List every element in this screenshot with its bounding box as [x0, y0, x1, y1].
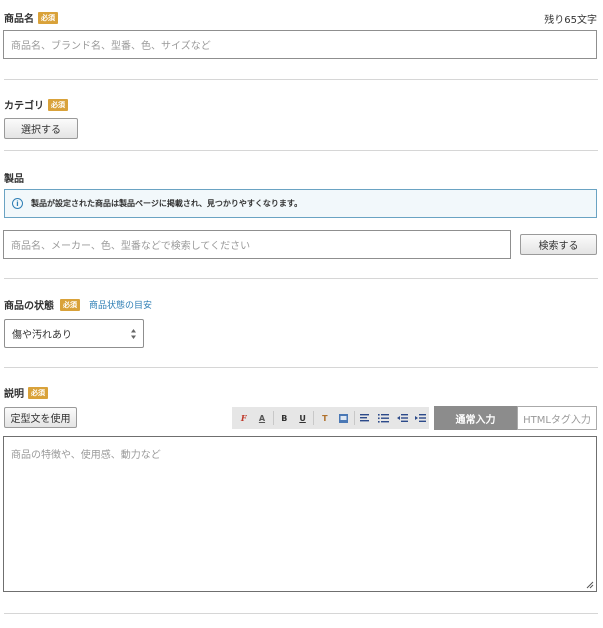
- category-select-button[interactable]: 選択する: [4, 118, 78, 139]
- required-badge: 必須: [48, 98, 68, 111]
- underline-icon[interactable]: U: [294, 410, 311, 426]
- text-color-icon[interactable]: T: [316, 410, 333, 426]
- product-info-box: i 製品が設定された商品は製品ページに掲載され、見つかりやすくなります。: [4, 189, 597, 218]
- toolbar-separator: [272, 411, 274, 425]
- align-icon[interactable]: [357, 410, 374, 426]
- description-header: 説明 必須: [4, 385, 48, 400]
- font-size-icon[interactable]: A: [253, 410, 270, 426]
- required-badge: 必須: [60, 298, 80, 311]
- divider: [4, 150, 598, 151]
- template-button[interactable]: 定型文を使用: [4, 407, 77, 428]
- product-search-input[interactable]: 商品名、メーカー、色、型番などで検索してください: [3, 230, 511, 259]
- required-badge: 必須: [38, 11, 58, 24]
- resize-grip-icon[interactable]: [585, 580, 594, 589]
- html-input-tab[interactable]: HTMLタグ入力: [517, 406, 597, 430]
- required-badge: 必須: [28, 386, 48, 399]
- condition-selected-value: 傷や汚れあり: [12, 330, 72, 341]
- font-family-icon[interactable]: F: [235, 410, 252, 426]
- product-info-text: 製品が設定された商品は製品ページに掲載され、見つかりやすくなります。: [31, 199, 303, 208]
- list-icon[interactable]: [375, 410, 392, 426]
- category-label: カテゴリ: [4, 101, 44, 112]
- product-name-label: 商品名: [4, 14, 34, 25]
- info-icon: i: [12, 198, 23, 209]
- category-header: カテゴリ 必須: [4, 97, 68, 112]
- indent-icon[interactable]: [412, 410, 429, 426]
- condition-select[interactable]: 傷や汚れあり: [4, 319, 144, 348]
- description-textarea[interactable]: 商品の特徴や、使用感、動力など: [3, 436, 597, 592]
- outdent-icon[interactable]: [393, 410, 410, 426]
- description-placeholder: 商品の特徴や、使用感、動力など: [11, 450, 161, 461]
- condition-guide-link[interactable]: 商品状態の目安: [89, 298, 152, 311]
- bold-icon[interactable]: B: [276, 410, 293, 426]
- toolbar-separator: [353, 411, 355, 425]
- background-color-icon[interactable]: [335, 410, 352, 426]
- product-name-header: 商品名 必須: [4, 10, 58, 25]
- condition-label: 商品の状態: [4, 301, 54, 312]
- select-arrows-icon: [131, 329, 136, 339]
- product-name-input[interactable]: 商品名、ブランド名、型番、色、サイズなど: [3, 30, 597, 59]
- normal-input-tab[interactable]: 通常入力: [434, 406, 517, 430]
- divider: [4, 613, 598, 614]
- toolbar-separator: [313, 411, 315, 425]
- condition-header: 商品の状態 必須 商品状態の目安: [4, 297, 152, 312]
- divider: [4, 79, 598, 80]
- divider: [4, 278, 598, 279]
- editor-toolbar: F A B U T: [232, 407, 429, 429]
- divider: [4, 367, 598, 368]
- product-search-button[interactable]: 検索する: [520, 234, 597, 255]
- product-label: 製品: [4, 174, 24, 185]
- description-label: 説明: [4, 389, 24, 400]
- remaining-chars: 残り65文字: [544, 15, 597, 26]
